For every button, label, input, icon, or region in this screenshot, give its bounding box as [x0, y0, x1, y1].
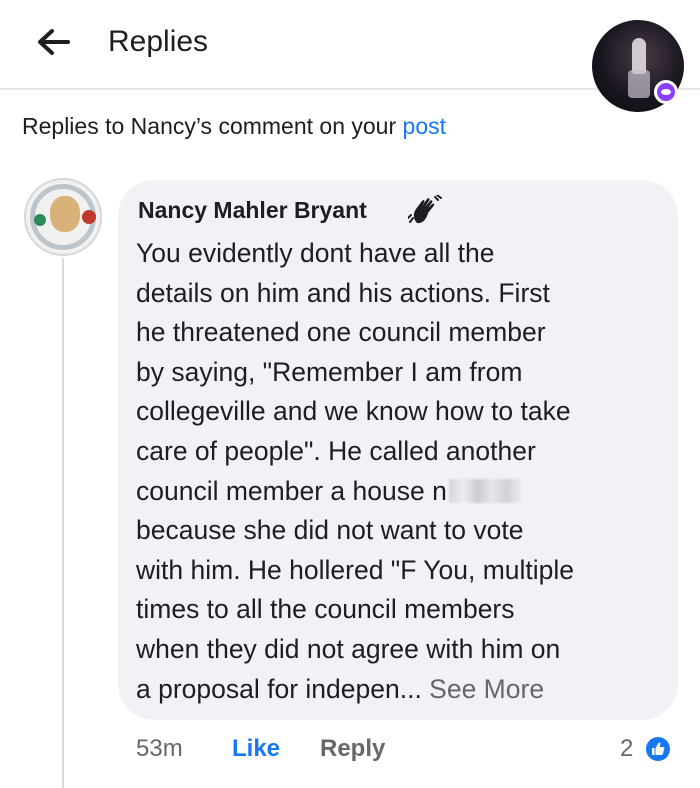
- see-more-link[interactable]: See More: [429, 674, 544, 704]
- like-button[interactable]: Like: [232, 732, 280, 766]
- reaction-count: 2: [620, 735, 634, 762]
- comment-line: details on him and his actions. First: [136, 277, 550, 308]
- comment-line: care of people". He called another: [136, 435, 536, 466]
- comment-text: You evidently dont have all the details …: [136, 234, 666, 709]
- comment-line-text: a proposal for indepen...: [136, 673, 430, 704]
- avatar-green-accent: [34, 214, 46, 226]
- commenter-avatar[interactable]: [24, 178, 102, 256]
- avatar-figure: [632, 38, 646, 74]
- reply-button[interactable]: Reply: [320, 732, 385, 766]
- comment-line: when they did not agree with him on: [136, 633, 561, 664]
- messenger-bubble-icon: [661, 89, 671, 95]
- comment-line-redacted: council member a house n: [136, 472, 666, 512]
- header-divider: [0, 88, 700, 90]
- comment-line: times to all the council members: [136, 594, 515, 625]
- avatar-figure-body: [628, 70, 650, 98]
- messenger-icon[interactable]: [654, 80, 678, 104]
- avatar-dog-image: [50, 196, 80, 232]
- thread-line: [62, 258, 64, 788]
- comment-line: You evidently dont have all the: [136, 238, 495, 268]
- comment-line: collegeville and we know how to take: [136, 396, 571, 427]
- comment-line: by saying, "Remember I am from: [136, 356, 523, 387]
- post-link[interactable]: post: [403, 113, 446, 139]
- comment-line-text: council member a house n: [136, 475, 447, 506]
- comment-line: because she did not want to vote: [136, 515, 524, 546]
- comment-line-last: a proposal for indepen... See More: [136, 670, 666, 710]
- avatar-red-accent: [82, 210, 96, 224]
- comment-author[interactable]: Nancy Mahler Bryant: [138, 195, 367, 225]
- wave-hand-icon: [408, 195, 442, 224]
- replies-subtitle: Replies to Nancy’s comment on your post: [22, 111, 446, 141]
- subtitle-text: Replies to Nancy’s comment on your: [22, 113, 403, 139]
- page-title: Replies: [108, 25, 209, 58]
- like-reaction-icon: [644, 735, 672, 763]
- redaction-blur: [448, 478, 521, 503]
- arrow-left-icon: [38, 29, 70, 55]
- thumbs-up-icon: [652, 742, 665, 755]
- comment-timestamp[interactable]: 53m: [136, 732, 183, 766]
- back-button[interactable]: [30, 22, 74, 62]
- comment-line: with him. He hollered "F You, multiple: [136, 554, 575, 585]
- comment-line: he threatened one council member: [136, 317, 546, 348]
